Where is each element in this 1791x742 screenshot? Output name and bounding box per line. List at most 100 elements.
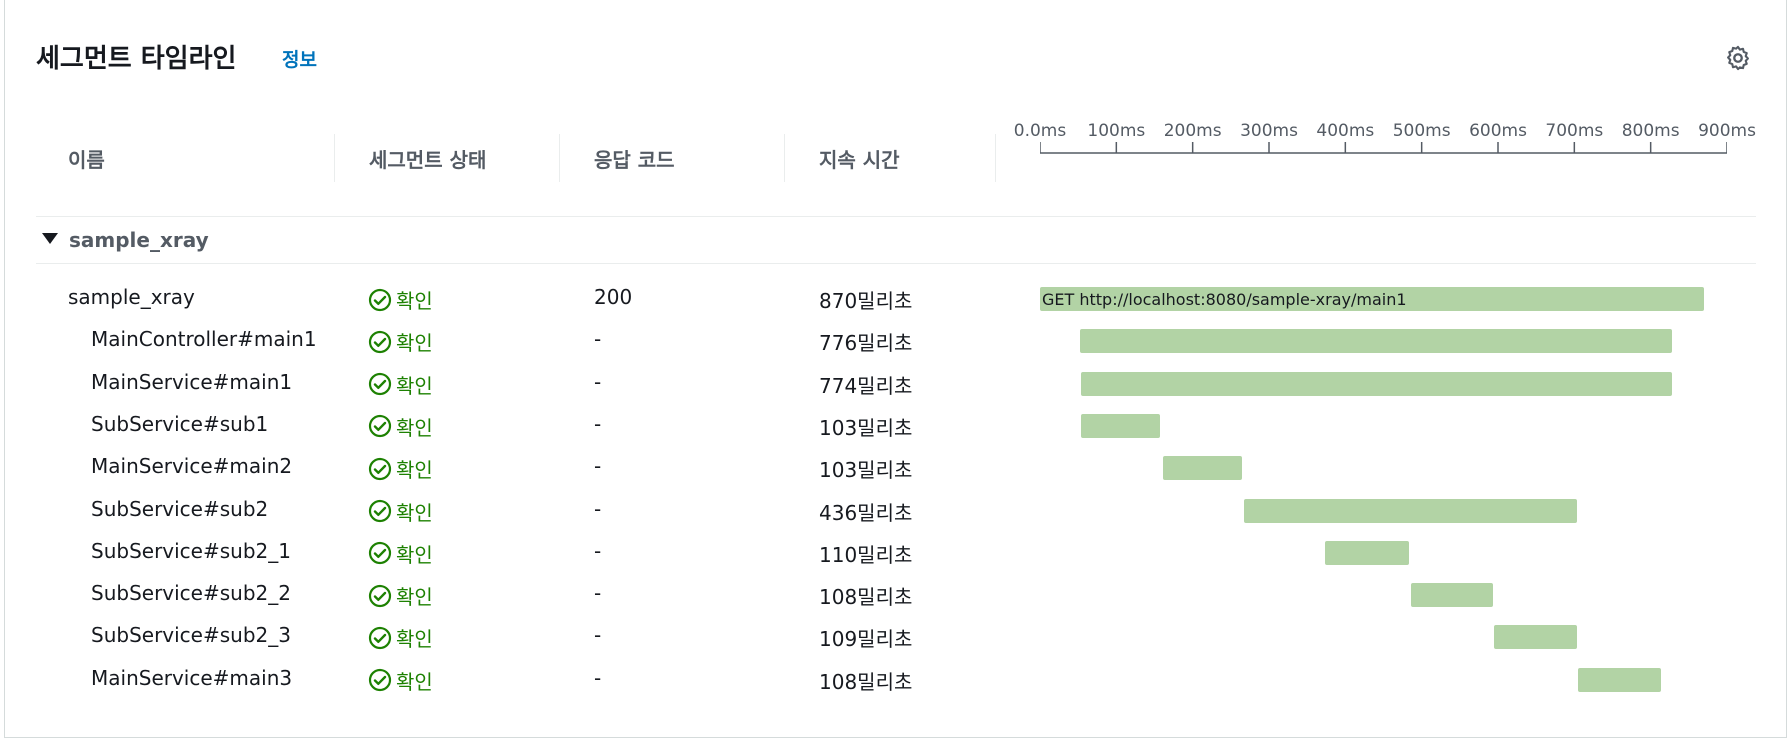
segment-status: 확인 (368, 581, 433, 610)
response-code: - (594, 327, 602, 352)
segment-name: sample_xray (68, 285, 195, 309)
divider (36, 216, 1756, 217)
segment-duration: 870밀리초 (819, 289, 913, 313)
timeline-bar-label: GET http://localhost:8080/sample-xray/ma… (1042, 290, 1407, 309)
segment-name: SubService#sub2_1 (91, 538, 291, 563)
table-row[interactable]: SubService#sub1 확인 - 103밀리초 (0, 403, 1791, 445)
response-code: - (594, 538, 602, 563)
table-row[interactable]: SubService#sub2_3 확인 - 109밀리초 (0, 614, 1791, 656)
caret-down-icon[interactable] (42, 233, 58, 244)
segment-duration: 776밀리초 (819, 331, 913, 356)
timeline-bar[interactable] (1162, 456, 1242, 481)
status-label: 확인 (396, 669, 433, 694)
axis-tick-label: 100ms (1087, 121, 1146, 141)
segment-status: 확인 (368, 454, 433, 483)
segment-name: MainService#main3 (91, 665, 293, 690)
check-circle-icon (368, 372, 392, 396)
segment-name: SubService#sub2_2 (91, 581, 291, 606)
axis-tick-label: 300ms (1240, 121, 1298, 141)
axis-tick-label: 800ms (1621, 121, 1680, 141)
segment-duration: 109밀리초 (819, 627, 913, 652)
segment-duration: 108밀리초 (819, 669, 913, 694)
axis-tick-label: 400ms (1316, 121, 1375, 141)
page-title: 세그먼트 타임라인 (36, 44, 237, 74)
table-row[interactable]: MainService#main2 확인 - 103밀리초 (0, 445, 1791, 487)
status-label: 확인 (396, 331, 433, 356)
axis-tick-label: 600ms (1469, 121, 1527, 141)
divider (36, 263, 1756, 264)
timeline-bar[interactable] (1325, 540, 1410, 565)
response-code: - (594, 496, 602, 521)
segment-status: 확인 (368, 412, 433, 441)
column-header-response-code[interactable]: 응답 코드 (594, 144, 675, 173)
segment-duration: 436밀리초 (819, 500, 913, 525)
check-circle-icon (368, 457, 392, 480)
status-label: 확인 (396, 542, 433, 567)
group-row[interactable]: sample_xray (36, 223, 1756, 257)
table-row[interactable]: MainController#main1 확인 - 776밀리초 (0, 318, 1791, 360)
check-circle-icon (368, 584, 392, 607)
segment-status: 확인 (368, 285, 433, 314)
response-code: - (594, 411, 602, 436)
timeline-bar[interactable] (1079, 329, 1673, 354)
segment-status: 확인 (368, 370, 433, 399)
timeline-bar[interactable]: GET http://localhost:8080/sample-xray/ma… (1040, 287, 1705, 311)
table-row[interactable]: sample_xray 확인 200 870밀리초 GET http://localho… (0, 276, 1791, 318)
segment-name: SubService#sub1 (91, 411, 269, 436)
response-code: - (594, 665, 602, 690)
table-row[interactable]: SubService#sub2_1 확인 - 110밀리초 (0, 530, 1791, 572)
gear-icon[interactable] (1724, 44, 1752, 72)
segment-status: 확인 (368, 666, 433, 695)
segment-name: MainService#main2 (91, 454, 293, 479)
check-circle-icon (368, 288, 392, 311)
status-label: 확인 (396, 458, 433, 483)
segment-name: MainService#main1 (91, 369, 293, 394)
check-circle-icon (368, 669, 392, 692)
check-circle-icon (368, 626, 392, 649)
timeline-bar[interactable] (1081, 413, 1160, 438)
response-code: - (594, 623, 602, 648)
check-circle-icon (368, 499, 392, 523)
column-header-duration[interactable]: 지속 시간 (819, 144, 900, 173)
axis-tick-label: 500ms (1392, 121, 1451, 141)
table-row[interactable]: MainService#main1 확인 - 774밀리초 (0, 361, 1791, 403)
timeline-bar[interactable] (1578, 667, 1661, 692)
column-divider[interactable] (995, 134, 996, 182)
timeline-bar[interactable] (1494, 625, 1578, 650)
status-label: 확인 (396, 415, 433, 440)
axis-tick-label: 0.0ms (1013, 121, 1067, 141)
table-row[interactable]: SubService#sub2_2 확인 - 108밀리초 (0, 572, 1791, 614)
info-link[interactable]: 정보 (282, 45, 317, 72)
segment-name: SubService#sub2 (91, 496, 269, 521)
segment-duration: 108밀리초 (819, 585, 913, 610)
timeline-bar[interactable] (1410, 583, 1494, 608)
response-code: - (594, 581, 602, 606)
column-header-segment-status[interactable]: 세그먼트 상태 (369, 144, 486, 173)
column-divider[interactable] (559, 134, 560, 182)
check-circle-icon (368, 415, 392, 438)
segment-status: 확인 (368, 539, 433, 568)
segment-duration: 774밀리초 (819, 373, 913, 398)
column-header-name[interactable]: 이름 (68, 144, 105, 173)
column-divider[interactable] (784, 134, 785, 182)
axis-tick-label: 900ms (1698, 121, 1756, 141)
segment-duration: 103밀리초 (819, 458, 913, 483)
status-label: 확인 (396, 500, 433, 525)
segment-duration: 103밀리초 (819, 415, 913, 440)
axis-tick-label: 200ms (1163, 121, 1222, 141)
timeline-bar[interactable] (1243, 498, 1577, 523)
response-code: - (594, 369, 602, 394)
table-row[interactable]: SubService#sub2 확인 - 436밀리초 (0, 488, 1791, 530)
table-row[interactable]: MainService#main3 확인 - 108밀리초 (0, 657, 1791, 699)
response-code: - (594, 454, 602, 479)
segment-status: 확인 (368, 327, 433, 356)
column-divider[interactable] (334, 134, 335, 182)
check-circle-icon (368, 542, 392, 565)
segment-status: 확인 (368, 497, 433, 526)
response-code: 200 (594, 285, 633, 309)
status-label: 확인 (396, 585, 433, 610)
status-label: 확인 (396, 373, 433, 398)
timeline-bar[interactable] (1081, 371, 1673, 396)
timeline-axis (1040, 142, 1727, 154)
check-circle-icon (368, 330, 392, 353)
